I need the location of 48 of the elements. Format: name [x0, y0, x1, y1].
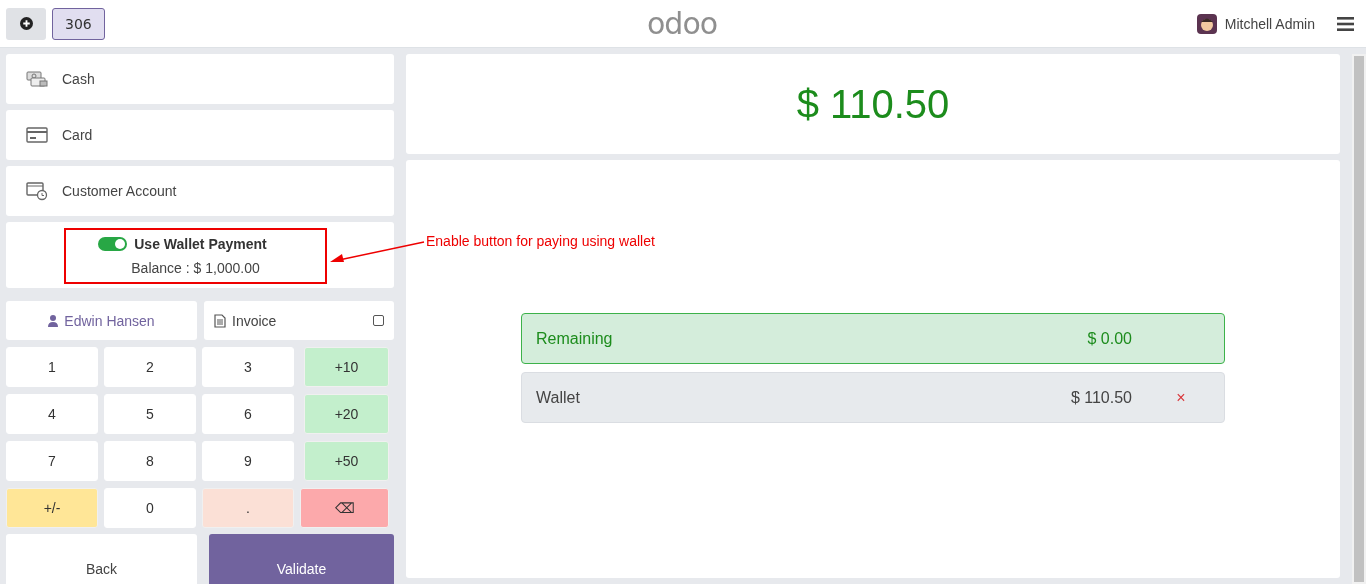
- back-button[interactable]: Back: [6, 534, 197, 584]
- annotation-text: Enable button for paying using wallet: [426, 233, 655, 249]
- payment-line-amount: $ 110.50: [1069, 388, 1132, 407]
- keypad-key[interactable]: 3: [202, 347, 294, 387]
- payment-method-button[interactable]: Cash: [6, 54, 394, 105]
- keypad-key[interactable]: .: [202, 488, 294, 528]
- menu-button[interactable]: [1337, 16, 1354, 31]
- remaining-amount: $ 0.00: [1086, 329, 1132, 348]
- add-order-button[interactable]: [6, 7, 46, 40]
- keypad-key[interactable]: 8: [104, 441, 196, 481]
- keypad-key[interactable]: 2: [104, 347, 196, 387]
- invoice-button[interactable]: Invoice: [204, 301, 394, 340]
- keypad-key[interactable]: +20: [304, 394, 389, 434]
- credit-card-icon: [26, 126, 48, 145]
- menu-icon: [1337, 16, 1354, 31]
- remove-button[interactable]: ×: [1132, 388, 1210, 407]
- keypad-key[interactable]: ⌫: [300, 488, 389, 528]
- keypad-key[interactable]: 5: [104, 394, 196, 434]
- total-amount: $ 110.50: [796, 81, 950, 127]
- document-icon: [214, 313, 226, 328]
- logo: odoo: [647, 6, 718, 41]
- keypad-key[interactable]: 1: [6, 347, 98, 387]
- keypad-key[interactable]: 6: [202, 394, 294, 434]
- payment-method-button[interactable]: Customer Account: [6, 166, 394, 217]
- keypad-key[interactable]: 4: [6, 394, 98, 434]
- order-tab[interactable]: 306: [52, 7, 105, 40]
- keypad-key[interactable]: 0: [104, 488, 196, 528]
- remaining-label: Remaining: [536, 329, 614, 348]
- avatar-icon: [1196, 13, 1217, 34]
- validate-button[interactable]: Validate: [209, 534, 394, 584]
- keypad-key[interactable]: +/-: [6, 488, 98, 528]
- keypad-key[interactable]: +50: [304, 441, 389, 481]
- wallet-clock-icon: [26, 181, 48, 202]
- wallet-balance: Balance : $ 1,000.00: [131, 260, 260, 277]
- keypad-key[interactable]: +10: [304, 347, 389, 387]
- keypad-key[interactable]: 7: [6, 441, 98, 481]
- plus-circle-icon: [19, 17, 33, 30]
- wallet-label: Use Wallet Payment: [134, 236, 267, 253]
- scrollbar[interactable]: [1352, 54, 1366, 584]
- keypad-key[interactable]: 9: [202, 441, 294, 481]
- banknote-icon: [26, 70, 48, 89]
- customer-button[interactable]: Edwin Hansen: [6, 301, 197, 340]
- payment-line-label: Wallet: [536, 388, 581, 407]
- payment-method-button[interactable]: Card: [6, 110, 394, 161]
- user-icon: [48, 314, 59, 327]
- wallet-toggle[interactable]: [98, 237, 128, 252]
- user-name[interactable]: Mitchell Admin: [1224, 15, 1315, 32]
- invoice-checkbox[interactable]: [373, 315, 384, 326]
